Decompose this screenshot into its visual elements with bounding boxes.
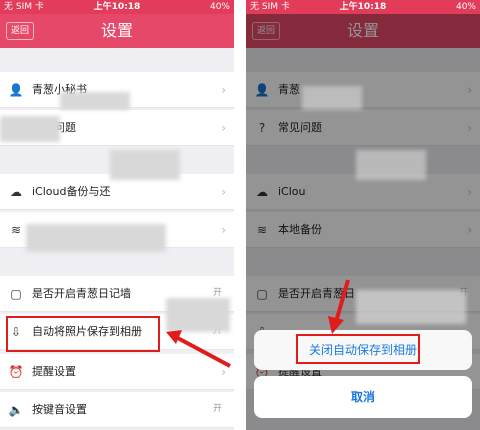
cancel-label: 取消 <box>350 390 375 404</box>
highlight-box <box>6 316 160 352</box>
person-icon: 👤 <box>8 83 24 97</box>
chevron-right-icon: › <box>221 121 226 135</box>
settings-row[interactable]: 🔈 按键音设置 开 <box>0 392 234 428</box>
status-bar: 无 SIM 卡 上午10:18 40% <box>0 0 234 14</box>
screenshot: 无 SIM 卡 上午10:18 40% 返回 设置 👤青葱小秘书›?常见问题›☁… <box>0 0 480 430</box>
status-bar: 无 SIM 卡 上午10:18 40% <box>246 0 480 14</box>
toggle-state: 开 <box>212 404 222 414</box>
blurred-region <box>60 92 130 110</box>
separator <box>234 0 246 430</box>
blurred-region <box>356 150 426 180</box>
clock-label: 上午10:18 <box>339 2 387 12</box>
blurred-region <box>0 116 60 142</box>
row-label: 按键音设置 <box>32 403 87 416</box>
speaker-icon: 🔈 <box>8 403 24 417</box>
blurred-region <box>110 150 180 180</box>
left-phone-screen: 无 SIM 卡 上午10:18 40% 返回 设置 👤青葱小秘书›?常见问题›☁… <box>0 0 234 430</box>
page-title: 设置 <box>100 21 133 40</box>
highlight-box <box>296 334 420 364</box>
wifi-icon: ≋ <box>10 223 22 237</box>
red-arrow-icon <box>166 330 231 368</box>
battery-label: 40% <box>455 2 476 12</box>
row-label: 是否开启青葱日记墙 <box>32 287 131 300</box>
cancel-button[interactable]: 取消 <box>254 376 472 418</box>
cloud-icon: ☁ <box>10 185 22 199</box>
clock-label: 上午10:18 <box>93 2 141 12</box>
alarm-icon: ⏰ <box>8 365 24 379</box>
blurred-region <box>356 290 466 324</box>
diary-icon: ▢ <box>10 287 22 301</box>
red-arrow-icon <box>328 279 350 334</box>
row-label: iCloud备份与还 <box>32 185 111 198</box>
nav-header: 返回 设置 <box>0 14 234 48</box>
blurred-region <box>302 86 362 110</box>
right-phone-screen: 无 SIM 卡 上午10:18 40% 返回 设置 👤 青葱 ›? 常见问题 › ☁ iCl… <box>246 0 480 430</box>
chevron-right-icon: › <box>221 223 226 237</box>
chevron-right-icon: › <box>221 185 226 199</box>
blurred-region <box>26 224 166 252</box>
row-label: 提醒设置 <box>32 365 76 378</box>
battery-label: 40% <box>209 2 230 12</box>
chevron-right-icon: › <box>221 83 226 97</box>
